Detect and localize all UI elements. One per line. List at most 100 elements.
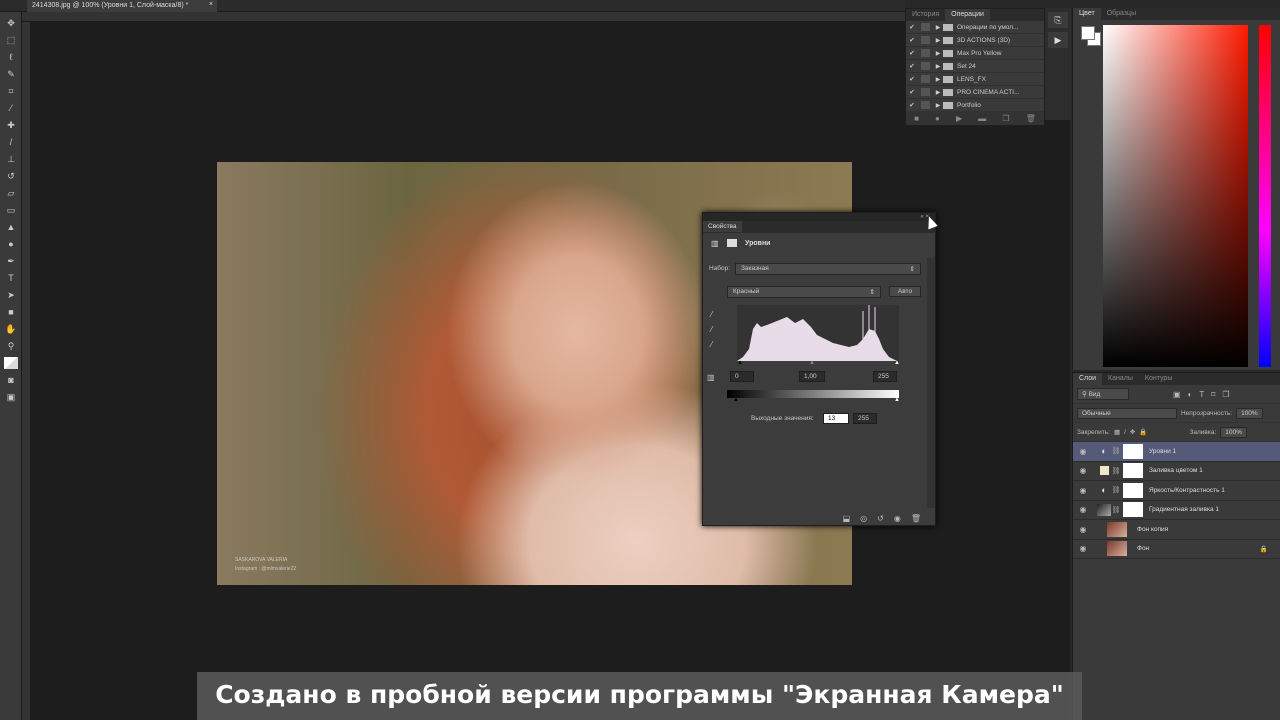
check-icon[interactable]: ✔ <box>906 62 918 70</box>
new-set-icon[interactable]: ▬ <box>978 114 986 123</box>
input-white-slider[interactable]: ▲ <box>894 360 900 366</box>
expand-triangle-icon[interactable]: ▶ <box>933 24 943 31</box>
clipping-icon[interactable]: ▥ <box>707 373 715 382</box>
play-icon[interactable]: ▶ <box>956 114 962 123</box>
dialog-toggle-icon[interactable] <box>921 75 930 83</box>
input-white-field[interactable]: 255 <box>873 371 897 382</box>
eye-icon[interactable]: ◉ <box>1073 447 1093 456</box>
dialog-toggle-icon[interactable] <box>921 49 930 57</box>
clip-to-layer-icon[interactable]: ⬓ <box>843 514 851 523</box>
reset-icon[interactable]: ↺ <box>877 514 884 523</box>
tab-paths[interactable]: Контуры <box>1139 373 1178 385</box>
layer-filter-select[interactable]: ⚲ Вид <box>1077 388 1129 400</box>
lock-all-icon[interactable]: 🔒 <box>1139 428 1147 436</box>
filter-type-icon[interactable]: T <box>1199 390 1204 399</box>
opacity-input[interactable]: 100% <box>1236 407 1263 419</box>
hue-slider[interactable] <box>1259 25 1271 367</box>
link-icon[interactable]: ⛓ <box>1111 447 1121 455</box>
action-set-item[interactable]: ✔ ▶ PRO CINEMA ACTI... <box>906 86 1044 99</box>
document-tab[interactable]: 2414308.jpg @ 100% (Уровни 1, Слой-маска… <box>27 0 217 12</box>
history-brush-tool-icon[interactable]: ↺ <box>4 170 18 182</box>
preset-select[interactable]: Заказная ⇕ <box>735 263 921 275</box>
move-tool-icon[interactable]: ✥ <box>4 17 18 29</box>
layer-row[interactable]: ◉ ◐ ⛓ Яркость/Контрастность 1 <box>1073 481 1280 501</box>
blend-mode-select[interactable]: Обычные <box>1077 407 1177 419</box>
black-point-eyedropper-icon[interactable]: ⁄ <box>711 307 712 322</box>
color-swatches-icon[interactable] <box>4 357 18 369</box>
dodge-tool-icon[interactable]: ● <box>4 238 18 250</box>
lock-pixels-icon[interactable]: / <box>1124 429 1126 436</box>
action-set-item[interactable]: ✔ ▶ Операции по умол... <box>906 21 1044 34</box>
dialog-toggle-icon[interactable] <box>921 36 930 44</box>
tab-layers[interactable]: Слои <box>1073 373 1103 385</box>
layer-mask-thumbnail[interactable] <box>1123 443 1143 459</box>
gradient-tool-icon[interactable]: ▭ <box>4 204 18 216</box>
filter-smart-icon[interactable]: ❐ <box>1222 390 1229 399</box>
delete-icon[interactable]: 🗑 <box>911 514 921 523</box>
actions-panel-icon[interactable]: ▶ <box>1048 32 1068 48</box>
input-gamma-slider[interactable]: ▲ <box>809 360 815 366</box>
shape-tool-icon[interactable]: ■ <box>4 306 18 318</box>
screen-mode-icon[interactable]: ▣ <box>4 391 18 403</box>
pen-tool-icon[interactable]: ✒ <box>4 255 18 267</box>
layer-mask-thumbnail[interactable] <box>1123 463 1143 479</box>
quick-mask-icon[interactable]: ◙ <box>4 374 18 386</box>
foreground-color-swatch[interactable] <box>1081 26 1095 40</box>
link-icon[interactable]: ⛓ <box>1111 506 1121 514</box>
tab-actions[interactable]: Операции <box>945 9 990 21</box>
expand-triangle-icon[interactable]: ▶ <box>933 102 943 109</box>
eye-icon[interactable]: ◉ <box>1073 544 1093 553</box>
dialog-toggle-icon[interactable] <box>921 88 930 96</box>
filter-shape-icon[interactable]: ⌑ <box>1211 390 1215 399</box>
check-icon[interactable]: ✔ <box>906 36 918 44</box>
layer-row[interactable]: ◉ Фон копия <box>1073 520 1280 540</box>
history-panel-icon[interactable]: ⎘ <box>1048 12 1068 28</box>
stop-icon[interactable]: ■ <box>914 114 919 123</box>
layer-row[interactable]: ◉ Фон 🔒 <box>1073 540 1280 559</box>
input-black-field[interactable]: 0 <box>730 371 754 382</box>
channel-select[interactable]: Красный ⇕ <box>727 286 881 298</box>
tab-channels[interactable]: Каналы <box>1102 373 1139 385</box>
expand-triangle-icon[interactable]: ▶ <box>933 50 943 57</box>
view-previous-icon[interactable]: ◎ <box>860 514 867 523</box>
action-set-item[interactable]: ✔ ▶ 3D ACTIONS (3D) <box>906 34 1044 47</box>
auto-button[interactable]: Авто <box>889 286 921 297</box>
blur-tool-icon[interactable]: ▲ <box>4 221 18 233</box>
action-set-item[interactable]: ✔ ▶ Max Pro Yellow <box>906 47 1044 60</box>
check-icon[interactable]: ✔ <box>906 88 918 96</box>
brush-tool-icon[interactable]: / <box>4 136 18 148</box>
marquee-tool-icon[interactable]: ⬚ <box>4 34 18 46</box>
path-select-tool-icon[interactable]: ➤ <box>4 289 18 301</box>
link-icon[interactable]: ⛓ <box>1111 467 1121 475</box>
quick-select-tool-icon[interactable]: ✎ <box>4 68 18 80</box>
expand-triangle-icon[interactable]: ▶ <box>933 76 943 83</box>
clone-tool-icon[interactable]: ⊥ <box>4 153 18 165</box>
trash-icon[interactable]: 🗑 <box>1026 114 1036 123</box>
filter-pixel-icon[interactable]: ▣ <box>1173 390 1181 399</box>
lock-position-icon[interactable]: ✥ <box>1130 428 1135 436</box>
check-icon[interactable]: ✔ <box>906 75 918 83</box>
mask-icon[interactable] <box>727 239 737 247</box>
dialog-toggle-icon[interactable] <box>921 101 930 109</box>
output-black-field[interactable]: 13 <box>823 413 849 424</box>
lasso-tool-icon[interactable]: ℓ <box>4 51 18 63</box>
layer-row[interactable]: ◉ ⛓ Заливка цветом 1 <box>1073 462 1280 481</box>
layer-row[interactable]: ◉ ⛓ Градиентная заливка 1 <box>1073 501 1280 520</box>
record-icon[interactable]: ● <box>935 114 940 123</box>
input-black-slider[interactable]: ▲ <box>737 360 743 366</box>
new-action-icon[interactable]: ❐ <box>1002 114 1009 123</box>
visibility-icon[interactable]: ◉ <box>894 514 901 523</box>
zoom-tool-icon[interactable]: ⚲ <box>4 340 18 352</box>
lock-transparent-icon[interactable]: ▦ <box>1114 428 1120 436</box>
layer-mask-thumbnail[interactable] <box>1123 502 1143 518</box>
properties-scrollbar[interactable] <box>927 258 935 508</box>
layer-mask-thumbnail[interactable] <box>1123 482 1143 498</box>
dialog-toggle-icon[interactable] <box>921 23 930 31</box>
gray-point-eyedropper-icon[interactable]: ⁄ <box>711 322 712 337</box>
filter-adjustment-icon[interactable]: ◐ <box>1188 390 1193 399</box>
check-icon[interactable]: ✔ <box>906 49 918 57</box>
eye-icon[interactable]: ◉ <box>1073 486 1093 495</box>
tab-color[interactable]: Цвет <box>1073 8 1101 20</box>
layer-row[interactable]: ◉ ◐ ⛓ Уровни 1 <box>1073 442 1280 462</box>
eyedropper-tool-icon[interactable]: ⁄ <box>4 102 18 114</box>
